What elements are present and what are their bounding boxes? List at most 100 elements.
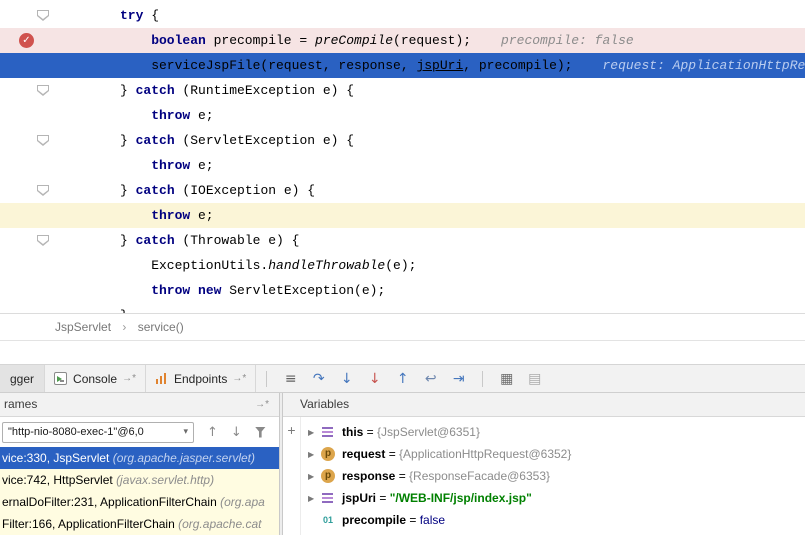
editor-gutter (0, 278, 112, 303)
expand-chevron-icon[interactable]: ▶ (308, 450, 321, 459)
tab-gger[interactable]: gger (0, 365, 45, 392)
code-line[interactable]: throw new ServletException(e); (0, 278, 805, 303)
code-segment: (e); (385, 258, 416, 273)
code-line[interactable]: serviceJspFile(request, response, jspUri… (0, 53, 805, 78)
code-segment: } (120, 133, 136, 148)
run-to-cursor-icon[interactable]: ⇥ (450, 371, 467, 387)
frame-row[interactable]: Filter:166, ApplicationFilterChain (org.… (0, 513, 279, 535)
frames-header-indicator: →* (255, 393, 269, 416)
debug-toolbar: gger Console→*Endpoints→* ≡ ↷ ↓ ↓ ↑ ↩ ⇥ ▦ ▤ (0, 364, 805, 393)
variable-value: "/WEB-INF/jsp/index.jsp" (390, 491, 532, 505)
frame-package: (org.apache.cat (178, 517, 261, 531)
toolbar-separator (482, 371, 483, 387)
variables-body: + ▶this = {JspServlet@6351}▶prequest = {… (283, 417, 805, 535)
thread-selector[interactable]: "http-nio-8080-exec-1"@6,0 ▾ (2, 422, 194, 443)
breakpoint-icon[interactable]: ✓ (19, 33, 34, 48)
code-line[interactable]: } catch (Throwable e) { (0, 228, 805, 253)
tab-new-content-indicator: →* (122, 373, 136, 384)
editor-gutter (0, 178, 112, 203)
frame-row[interactable]: vice:742, HttpServlet (javax.servlet.htt… (0, 469, 279, 491)
debug-tabs: gger Console→*Endpoints→* (0, 365, 256, 392)
variable-row[interactable]: ▶prequest = {ApplicationHttpRequest@6352… (301, 443, 805, 465)
code-text: throw e; (112, 203, 805, 228)
console-icon (54, 372, 67, 385)
variable-row[interactable]: ▶jspUri = "/WEB-INF/jsp/index.jsp" (301, 487, 805, 509)
tab-endpoints[interactable]: Endpoints→* (146, 365, 256, 392)
expand-chevron-icon[interactable]: ▶ (308, 428, 321, 437)
breadcrumb-method[interactable]: service() (138, 320, 184, 334)
variable-row[interactable]: 01precompile = false (301, 509, 805, 531)
code-line[interactable]: throw e; (0, 153, 805, 178)
code-segment: e; (190, 208, 213, 223)
code-text: } catch (ServletException e) { (112, 128, 805, 153)
variable-value: {JspServlet@6351} (377, 425, 480, 439)
step-out-icon[interactable]: ↑ (394, 371, 411, 387)
fold-region-icon[interactable] (37, 135, 49, 146)
fold-region-icon[interactable] (37, 10, 49, 21)
frame-row[interactable]: ernalDoFilter:231, ApplicationFilterChai… (0, 491, 279, 513)
step-into-icon[interactable]: ↓ (338, 371, 355, 387)
expand-chevron-icon[interactable]: ▶ (308, 472, 321, 481)
force-step-into-icon[interactable]: ↓ (366, 371, 383, 387)
fold-region-icon[interactable] (37, 185, 49, 196)
variable-name: precompile (342, 513, 406, 527)
hide-library-frames-filter-icon[interactable] (255, 427, 266, 438)
code-text: throw e; (112, 153, 805, 178)
code-segment: { (143, 8, 159, 23)
code-line[interactable]: } catch (ServletException e) { (0, 128, 805, 153)
variable-value: {ApplicationHttpRequest@6352} (399, 447, 571, 461)
expand-chevron-icon[interactable]: ▶ (308, 494, 321, 503)
fold-region-icon[interactable] (37, 235, 49, 246)
frames-panel: rames →* "http-nio-8080-exec-1"@6,0 ▾ ↑ … (0, 393, 279, 535)
inline-debug-hint: precompile: false (501, 33, 634, 48)
code-segment: catch (136, 133, 175, 148)
layout-settings-icon[interactable]: ≡ (282, 371, 299, 387)
tab-console[interactable]: Console→* (45, 365, 146, 392)
variable-value: false (420, 513, 445, 527)
step-over-icon[interactable]: ↷ (310, 371, 327, 387)
code-segment: jspUri (416, 58, 463, 73)
code-line[interactable]: } (0, 303, 805, 313)
code-segment: throw (151, 158, 190, 173)
code-line[interactable]: } catch (IOException e) { (0, 178, 805, 203)
breadcrumb-class[interactable]: JspServlet (55, 320, 111, 334)
code-line[interactable]: ExceptionUtils.handleThrowable(e); (0, 253, 805, 278)
next-frame-icon[interactable]: ↓ (231, 425, 242, 440)
code-segment: (request); (393, 33, 471, 48)
value-icon (321, 425, 335, 439)
editor-gutter (0, 153, 112, 178)
frame-location: Filter:166, ApplicationFilterChain (2, 517, 178, 531)
fold-region-inner (38, 86, 48, 94)
inline-debug-hint: request: ApplicationHttpRe (602, 58, 805, 73)
editor-gutter (0, 228, 112, 253)
code-line[interactable]: } catch (RuntimeException e) { (0, 78, 805, 103)
editor-gutter: ✓ (0, 28, 112, 53)
frames-header-label: rames (4, 397, 37, 411)
variables-header-label: Variables (300, 397, 349, 411)
memory-view-icon[interactable]: ▤ (526, 371, 543, 387)
add-watch-icon[interactable]: + (287, 424, 295, 436)
code-line[interactable]: try { (0, 3, 805, 28)
code-line[interactable]: throw e; (0, 203, 805, 228)
fold-region-icon[interactable] (37, 85, 49, 96)
code-segment: (IOException e) { (175, 183, 315, 198)
code-segment: catch (136, 83, 175, 98)
variable-row[interactable]: ▶this = {JspServlet@6351} (301, 421, 805, 443)
fold-region-inner (38, 186, 48, 194)
code-segment: ExceptionUtils. (151, 258, 268, 273)
code-line[interactable]: ✓boolean precompile = preCompile(request… (0, 28, 805, 53)
value-icon (321, 491, 335, 505)
primitive-icon: 01 (321, 513, 335, 527)
breadcrumb-separator-icon: › (122, 320, 126, 334)
drop-frame-icon[interactable]: ↩ (422, 371, 439, 387)
fold-region-inner (38, 236, 48, 244)
frame-package: (org.apache.jasper.servlet) (113, 451, 255, 465)
variable-name: this (342, 425, 363, 439)
evaluate-expression-icon[interactable]: ▦ (498, 371, 515, 387)
code-line[interactable]: throw e; (0, 103, 805, 128)
frame-row[interactable]: vice:330, JspServlet (org.apache.jasper.… (0, 447, 279, 469)
previous-frame-icon[interactable]: ↑ (207, 425, 218, 440)
tab-label: gger (10, 372, 34, 386)
code-segment: } (120, 83, 136, 98)
variable-row[interactable]: ▶presponse = {ResponseFacade@6353} (301, 465, 805, 487)
